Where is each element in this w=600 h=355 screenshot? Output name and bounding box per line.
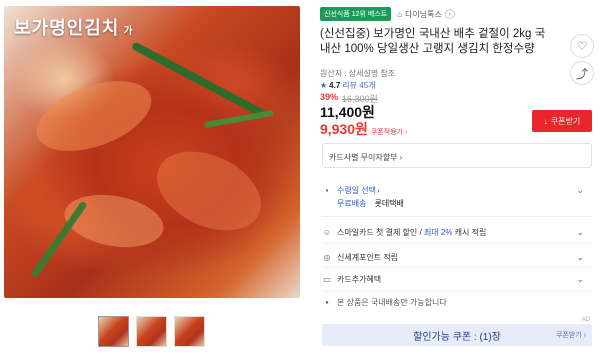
truck-icon: ▪ [325,186,329,195]
share-icon[interactable]: ⤴ [570,61,594,85]
rating-score: 4.7 [329,81,341,90]
chevron-down-icon[interactable]: ⌄ [576,252,584,263]
coupon-price-row: 9,930원 쿠폰적용가 › [320,119,407,139]
product-main-image[interactable]: 보가명인김치 가 [4,6,300,298]
coupon-price: 9,930원 [320,121,368,137]
coin-icon: ◎ [323,253,331,262]
thumbnail-2[interactable] [136,316,167,347]
ad-tag: AD [581,317,590,323]
shipping-info: 무료배송 롯데택배 [337,198,404,209]
product-details: 신선식품 12위 베스트 ⌂ 다이닝톡스 › (신선집중) 보가명인 국내산 배… [320,0,600,355]
card-benefit-row[interactable]: ▭ 카드추가혜택 ⌄ [322,274,584,285]
smilecard-text: 스마일카드 첫 결제 할인 / 최대 2% 캐시 적립 [337,228,487,237]
card-benefit-text: 카드추가혜택 [337,275,382,284]
shipping-date-row[interactable]: ▪ 수령일 선택 › ⌄ [322,185,584,196]
rating[interactable]: ★ 4.7 리뷰 45개 [320,80,376,91]
product-title: (신선집중) 보가명인 국내산 배추 겉절이 2kg 국내산 100% 당일생산… [320,28,546,55]
store-icon: ⌂ [397,9,403,19]
domestic-shipping-note: ● 본 상품은 국내배송만 가능합니다 [322,297,584,308]
download-icon: ↓ [543,116,548,126]
get-coupon-label: 쿠폰받기 [550,116,581,126]
available-coupon-bar[interactable]: AD 할인가능 쿠폰 : (1)장 쿠폰받기 › [322,317,592,346]
store-name: 다이닝톡스 [405,9,442,19]
smile-icon: ☺ [322,228,332,237]
free-shipping: 무료배송 [337,199,367,208]
get-coupon-link[interactable]: 쿠폰받기 › [556,330,586,340]
thumbnail-1[interactable] [98,316,129,347]
shipping-date-label: 수령일 선택 [337,186,377,195]
chevron-right-icon: › [377,186,380,195]
info-icon: ● [325,299,329,306]
domestic-note-text: 본 상품은 국내배송만 가능합니다 [337,298,447,307]
origin-info: 원산지 : 상세설명 참조 [320,69,396,78]
thumbnail-strip [98,316,205,347]
ranking-badge: 신선식품 12위 베스트 [320,7,392,21]
store-link[interactable]: ⌂ 다이닝톡스 › [397,9,455,20]
thumbnail-3[interactable] [174,316,205,347]
card-icon: ▭ [323,275,331,284]
card-interest-free-link[interactable]: 카드사별 무이자할부 › [322,143,592,168]
image-brand-overlay: 보가명인김치 가 [14,18,134,39]
chevron-down-icon[interactable]: ⌄ [576,274,584,285]
chevron-down-icon[interactable]: ⌄ [576,185,584,196]
available-coupon-label: 할인가능 쿠폰 : (1)장 [413,331,501,343]
star-icon: ★ [320,81,328,90]
carrier: 롯데택배 [374,199,404,208]
chevron-right-icon: › [444,9,455,19]
review-count[interactable]: 리뷰 45개 [342,80,375,91]
heart-icon[interactable]: ♡ [570,34,594,58]
smilecard-row[interactable]: ☺ 스마일카드 첫 결제 할인 / 최대 2% 캐시 적립 ⌄ [322,227,584,238]
product-gallery: 보가명인김치 가 [0,0,305,355]
get-coupon-button[interactable]: ↓ 쿠폰받기 [532,110,592,132]
chevron-down-icon[interactable]: ⌄ [576,227,584,238]
coupon-applied-link[interactable]: 쿠폰적용가 › [371,127,407,137]
shinsegae-text: 신세계포인트 적립 [337,253,399,262]
shinsegae-row[interactable]: ◎ 신세계포인트 적립 ⌄ [322,252,585,263]
